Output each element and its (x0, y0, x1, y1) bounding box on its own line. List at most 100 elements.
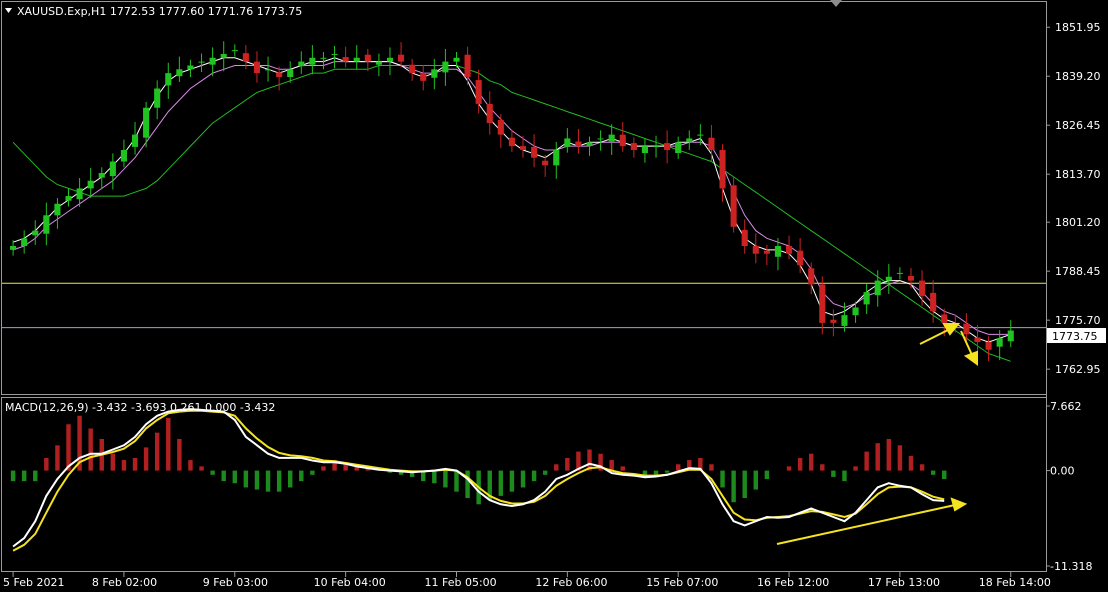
candle-body (331, 53, 338, 55)
price-tick-label: 1851.95 (1055, 21, 1101, 34)
candle-body (885, 276, 892, 281)
candle-body (353, 57, 360, 62)
candle-body (686, 138, 693, 143)
candle-body (176, 69, 183, 77)
candle-body (608, 134, 615, 142)
candle-body (597, 138, 604, 140)
time-tick-label: 16 Feb 12:00 (757, 576, 829, 589)
candle-body (220, 53, 227, 58)
candle-body (253, 61, 261, 74)
candle-body (65, 196, 72, 201)
candle-body (497, 120, 504, 135)
price-tick-label: 1762.95 (1055, 363, 1101, 376)
price-tick-label: 1788.45 (1055, 265, 1101, 278)
candle-body (852, 307, 859, 316)
candle-body (774, 246, 782, 257)
candle-body (143, 107, 150, 138)
candle-body (542, 160, 549, 166)
candle-body (231, 50, 238, 52)
candle-body (808, 268, 815, 285)
candle-body (785, 246, 793, 254)
macd-label: MACD(12,26,9) -3.432 -3.693 0.261 0.000 … (5, 401, 275, 414)
macd-tick-label: 7.662 (1050, 400, 1082, 413)
candle-body (375, 61, 382, 65)
candle-body (475, 80, 482, 104)
candle-body (863, 292, 870, 305)
candle-body (242, 53, 249, 62)
candle-body (841, 315, 848, 326)
time-tick-label: 12 Feb 06:00 (535, 576, 607, 589)
candle-body (264, 69, 272, 71)
candle-body (109, 161, 116, 177)
candle-body (442, 61, 449, 73)
candle-body (120, 149, 127, 162)
candle-body (187, 65, 194, 70)
candle-body (165, 73, 172, 86)
current-price-label: 1773.75 (1052, 330, 1098, 343)
candle-body (32, 230, 39, 236)
price-tick-label: 1775.70 (1055, 314, 1101, 327)
time-tick-label: 17 Feb 13:00 (868, 576, 940, 589)
candle-body (198, 61, 205, 63)
candle-body (21, 238, 28, 247)
candle-body (619, 134, 626, 147)
candle-body (697, 134, 704, 136)
candle-body (386, 57, 394, 62)
price-tick-label: 1813.70 (1055, 168, 1101, 181)
candle-body (453, 57, 460, 62)
candle-body (287, 69, 294, 77)
xauusd-chart: 1851.95 1839.20 1826.45 1813.70 1801.20 1788.… (0, 0, 1108, 592)
candle-body (409, 64, 416, 74)
candle-body (874, 280, 881, 296)
candle-body (586, 142, 593, 147)
candle-body (98, 173, 105, 178)
candle-body (630, 143, 637, 150)
candle-body (320, 57, 327, 59)
candle-body (930, 292, 937, 312)
candle-body (752, 246, 759, 254)
macd-tick-label: 0.00 (1050, 465, 1075, 478)
candle-body (896, 272, 903, 274)
candle-body (76, 188, 83, 200)
price-tick-label: 1826.45 (1055, 119, 1101, 132)
candle-body (398, 54, 405, 62)
time-tick-label: 8 Feb 02:00 (92, 576, 157, 589)
time-tick-label: 11 Feb 05:00 (424, 576, 496, 589)
candle-body (131, 134, 139, 147)
time-tick-label: 9 Feb 03:00 (203, 576, 268, 589)
price-tick-label: 1801.20 (1055, 216, 1101, 229)
candle-body (276, 72, 283, 77)
candle-body (464, 54, 471, 77)
candle-body (730, 185, 737, 227)
candle-body (797, 250, 804, 266)
candle-body (309, 57, 316, 65)
candle-body (664, 143, 671, 150)
candle-body (54, 203, 61, 216)
candle-body (431, 69, 438, 78)
candle-body (154, 88, 161, 108)
candle-body (209, 57, 216, 65)
candle-body (1007, 330, 1014, 342)
candle-body (652, 146, 660, 148)
candle-body (763, 250, 770, 254)
candle-body (641, 146, 648, 154)
candle-body (486, 103, 493, 124)
candle-body (364, 54, 371, 62)
macd-tick-label: -11.318 (1050, 560, 1092, 573)
candle-body (974, 337, 981, 343)
candle-body (996, 338, 1003, 347)
candle-body (675, 142, 682, 154)
candle-body (87, 180, 94, 189)
candle-body (941, 314, 948, 323)
candle-body (907, 275, 915, 281)
candle-body (564, 138, 571, 147)
candle-body (342, 57, 349, 62)
candle-body (963, 323, 970, 335)
candle-body (575, 141, 582, 147)
candle-body (508, 137, 515, 147)
candle-body (553, 149, 560, 166)
time-tick-label: 10 Feb 04:00 (314, 576, 386, 589)
symbol-header: XAUUSD.Exp,H1 1772.53 1777.60 1771.76 17… (17, 5, 302, 18)
candle-body (741, 229, 748, 247)
candle-body (985, 342, 992, 350)
